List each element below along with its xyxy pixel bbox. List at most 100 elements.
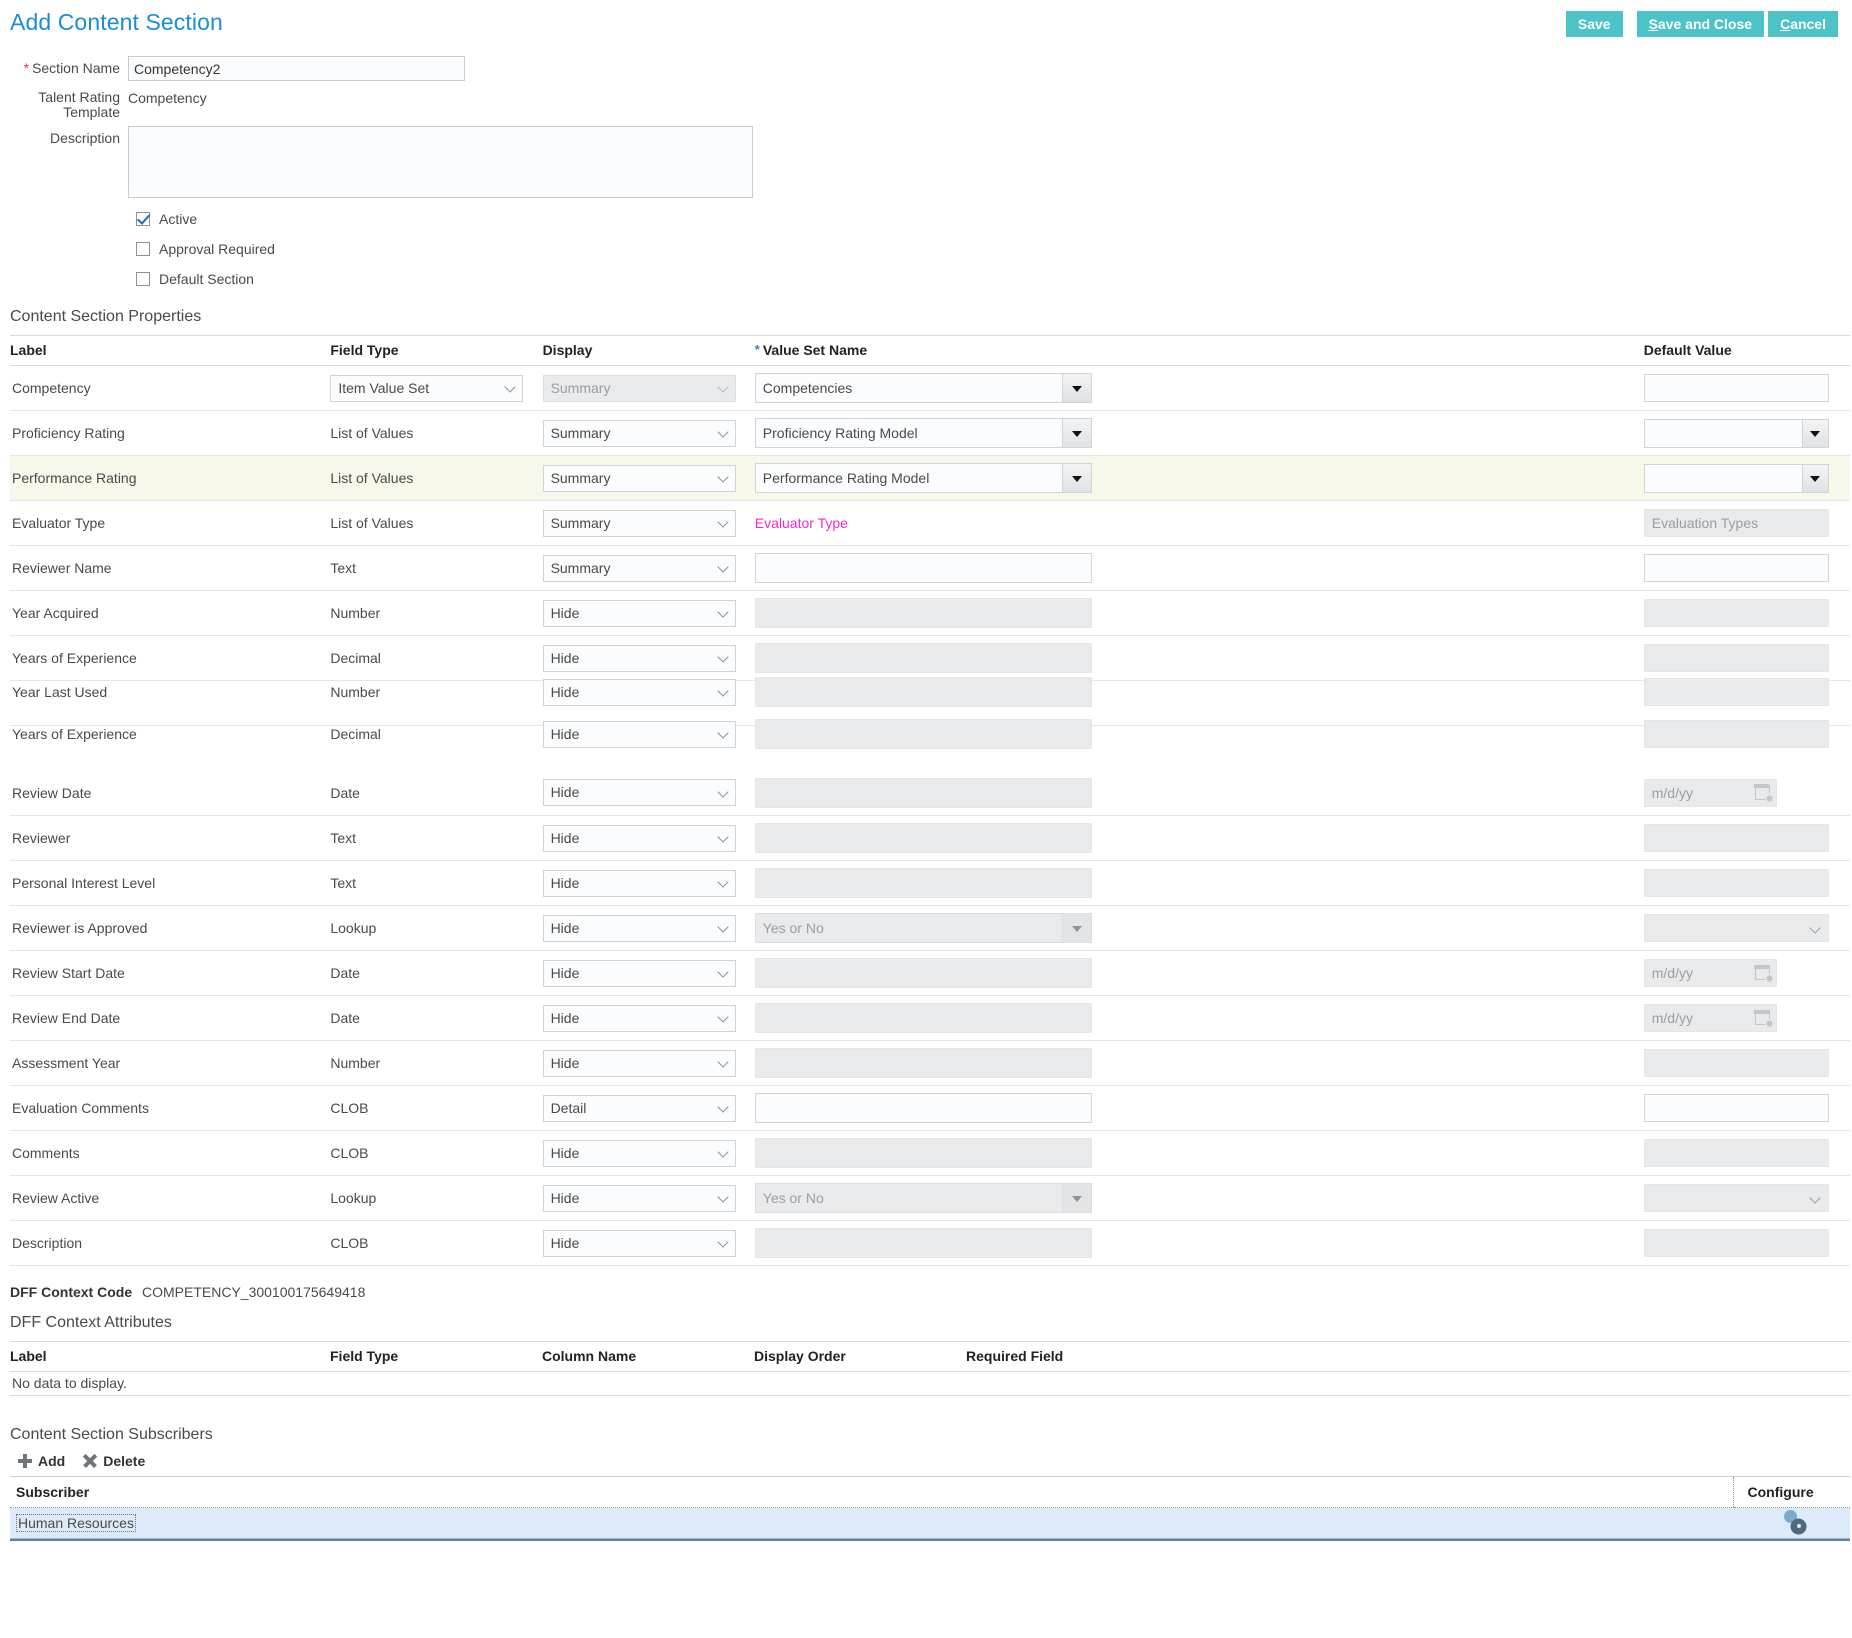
property-label-cell: Comments (10, 1130, 331, 1176)
value-set-input (754, 1048, 1092, 1078)
field-type-select[interactable]: Item Value Set (330, 374, 524, 402)
display-select[interactable]: Hide (542, 1184, 736, 1212)
dropdown-arrow-icon[interactable] (1801, 419, 1828, 447)
active-checkbox-row[interactable]: Active (128, 204, 1852, 234)
value-set-input (754, 719, 1092, 750)
table-row[interactable]: Evaluation Comments CLOB Detail (10, 1085, 1850, 1131)
table-row[interactable]: Personal Interest Level Text Hide (10, 860, 1850, 906)
display-select[interactable]: Hide (542, 1139, 736, 1167)
table-row[interactable]: Performance Rating List of Values Summary P… (10, 455, 1850, 501)
table-row[interactable]: Evaluator Type List of Values Summary Evalu… (10, 500, 1850, 546)
display-cell: Hide (542, 815, 755, 861)
value-set-input[interactable] (754, 1093, 1092, 1123)
chevron-down-icon (719, 880, 728, 889)
display-select[interactable]: Summary (542, 554, 736, 582)
display-select[interactable]: Hide (542, 1004, 736, 1032)
default-value-lov[interactable] (1643, 463, 1829, 493)
display-select[interactable]: Hide (542, 1229, 736, 1257)
gear-icon[interactable] (1783, 1511, 1805, 1532)
display-select[interactable]: Hide (542, 914, 736, 942)
table-row[interactable]: Reviewer Name Text Summary (10, 545, 1850, 591)
display-select[interactable]: Hide (542, 1049, 736, 1077)
table-row[interactable]: Years of Experience Decimal Hide (10, 635, 1850, 681)
property-label: Years of Experience (12, 726, 137, 743)
property-label-cell: Review Start Date (10, 950, 331, 996)
display-select[interactable]: Hide (542, 644, 736, 672)
value-set-cell: Performance Rating Model (754, 455, 1644, 501)
col-header-display: Display (542, 335, 755, 366)
plus-icon (18, 1454, 32, 1468)
table-row[interactable]: Human Resources (10, 1507, 1850, 1539)
delete-subscriber-button[interactable]: Delete (83, 1453, 145, 1469)
table-row[interactable]: Review Start Date Date Hide m/d/yy (10, 950, 1850, 996)
table-row[interactable]: Assessment Year Number Hide (10, 1040, 1850, 1086)
dropdown-arrow-icon[interactable] (1801, 464, 1828, 492)
chevron-down-icon (719, 565, 728, 574)
display-select[interactable]: Detail (542, 1094, 736, 1122)
table-row[interactable]: Reviewer Text Hide (10, 815, 1850, 861)
chevron-down-icon (719, 1060, 728, 1069)
header-action-buttons: Save Save and Close Cancel (1565, 11, 1838, 37)
value-set-lov[interactable]: Competencies (754, 373, 1092, 403)
display-select[interactable]: Summary (542, 464, 736, 492)
property-label: Years of Experience (12, 650, 137, 666)
value-set-cell (754, 950, 1644, 996)
display-select[interactable]: Hide (542, 599, 736, 627)
add-subscriber-button[interactable]: Add (18, 1453, 65, 1469)
chevron-down-icon (719, 1015, 728, 1024)
display-cell: Hide (542, 1040, 755, 1086)
properties-table-body: Competency Item Value Set Summary Competenc… (10, 365, 1850, 1266)
dropdown-arrow-icon[interactable] (1061, 419, 1091, 447)
display-select[interactable]: Hide (542, 824, 736, 852)
table-row[interactable]: Reviewer is Approved Lookup Hide Yes or No (10, 905, 1850, 951)
field-type-cell: Decimal (330, 712, 542, 757)
default-value-input[interactable] (1643, 554, 1829, 582)
table-row[interactable]: Review End Date Date Hide m/d/yy (10, 995, 1850, 1041)
save-button[interactable]: Save (1565, 11, 1623, 37)
display-select[interactable]: Hide (542, 779, 736, 807)
default-value-input[interactable] (1643, 374, 1829, 402)
table-row[interactable]: Review Date Date Hide m/d/yy (10, 770, 1850, 816)
table-row[interactable]: Comments CLOB Hide (10, 1130, 1850, 1176)
default-section-checkbox[interactable] (136, 272, 150, 286)
table-row[interactable]: Year Acquired Number Hide (10, 590, 1850, 636)
property-label: Description (12, 1235, 83, 1251)
display-select[interactable]: Hide (542, 959, 736, 987)
default-value-input (1643, 1049, 1829, 1077)
default-value-input[interactable] (1643, 1094, 1829, 1122)
value-set-lov[interactable]: Performance Rating Model (754, 463, 1092, 493)
configure-cell[interactable] (1733, 1507, 1850, 1539)
description-textarea[interactable] (128, 126, 753, 198)
display-select[interactable]: Hide (542, 720, 736, 748)
value-set-input[interactable] (754, 553, 1092, 583)
table-row-artifact[interactable]: Years of Experience Decimal Hide (10, 712, 1850, 757)
default-value-input (1643, 1229, 1829, 1257)
display-select[interactable]: Summary (542, 419, 736, 447)
cancel-button[interactable]: Cancel (1768, 11, 1838, 37)
table-row[interactable]: Description CLOB Hide (10, 1220, 1850, 1266)
dropdown-arrow-icon[interactable] (1061, 464, 1091, 492)
display-cell: Hide (542, 1130, 755, 1176)
dropdown-arrow-icon (1061, 914, 1091, 942)
display-select[interactable]: Hide (542, 678, 736, 706)
approval-required-checkbox[interactable] (136, 242, 150, 256)
subscriber-cell[interactable]: Human Resources (10, 1507, 1733, 1539)
approval-required-checkbox-row[interactable]: Approval Required (128, 234, 1852, 264)
active-checkbox[interactable] (136, 212, 150, 226)
property-label-cell: Evaluation Comments (10, 1085, 331, 1131)
display-select[interactable]: Summary (542, 509, 736, 537)
dff-context-code-label: DFF Context Code (10, 1284, 133, 1300)
default-section-checkbox-row[interactable]: Default Section (128, 264, 1852, 294)
dropdown-arrow-icon[interactable] (1061, 374, 1091, 402)
table-row[interactable]: Proficiency Rating List of Values Summary P… (10, 410, 1850, 456)
default-value-lov[interactable] (1643, 418, 1829, 448)
save-and-close-button[interactable]: Save and Close (1636, 11, 1765, 37)
col-header-default-value: Default Value (1643, 335, 1850, 366)
section-name-input[interactable] (128, 56, 465, 81)
dff-col-required-field: Required Field (966, 1341, 1850, 1372)
table-row[interactable]: Review Active Lookup Hide Yes or No (10, 1175, 1850, 1221)
value-set-lov[interactable]: Proficiency Rating Model (754, 418, 1092, 448)
value-set-link[interactable]: Evaluator Type (755, 515, 848, 531)
display-select[interactable]: Hide (542, 869, 736, 897)
table-row[interactable]: Competency Item Value Set Summary Competenc… (10, 365, 1850, 411)
